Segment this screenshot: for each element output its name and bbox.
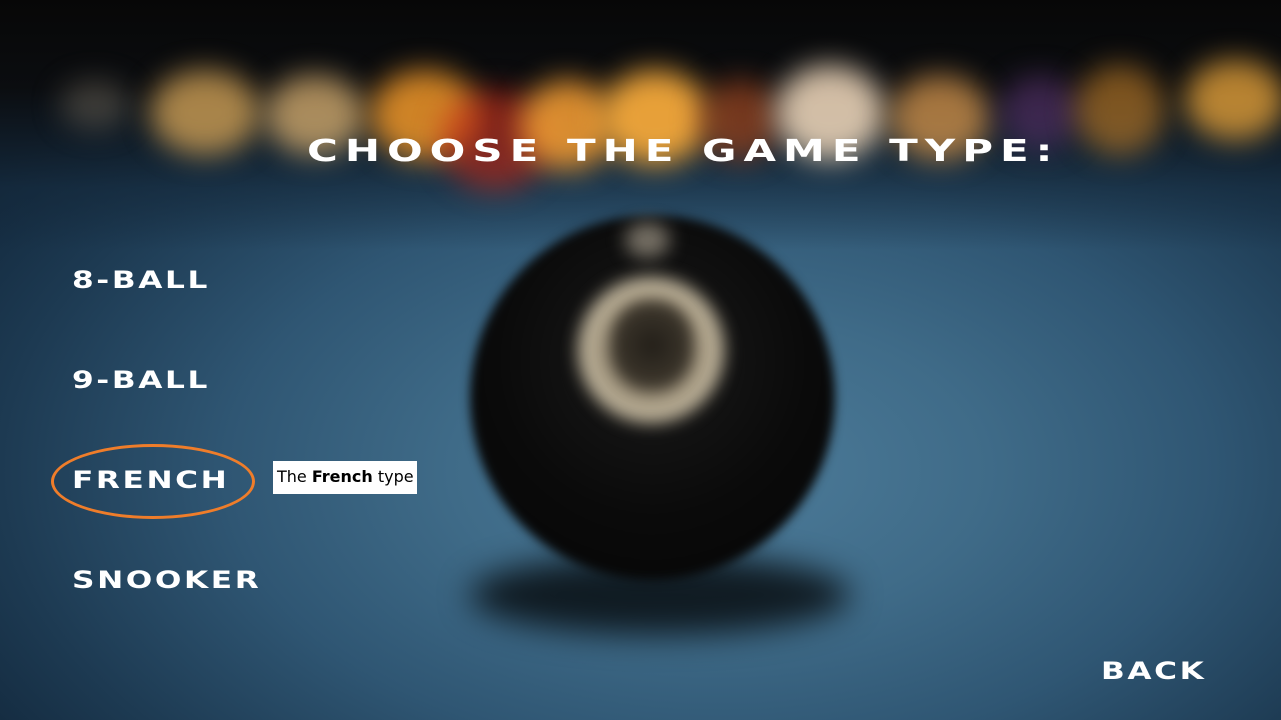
menu-item-french[interactable]: FRENCH bbox=[72, 466, 229, 494]
menu-item-8-ball[interactable]: 8-BALL bbox=[72, 266, 210, 294]
menu-item-9-ball[interactable]: 9-BALL bbox=[72, 366, 210, 394]
eight-ball-number bbox=[612, 300, 692, 390]
page-title: CHOOSE THE GAME TYPE: bbox=[307, 134, 1060, 169]
tooltip-prefix: The bbox=[277, 467, 307, 486]
back-button[interactable]: BACK bbox=[1101, 657, 1206, 685]
game-type-tooltip: The French type bbox=[273, 461, 417, 494]
tooltip-emphasis: French bbox=[311, 467, 373, 486]
game-type-screen: CHOOSE THE GAME TYPE: 8-BALL 9-BALL FREN… bbox=[0, 0, 1281, 720]
menu-item-snooker[interactable]: SNOOKER bbox=[72, 566, 261, 594]
eight-ball-glare bbox=[625, 222, 670, 258]
tooltip-suffix: type bbox=[377, 467, 414, 486]
